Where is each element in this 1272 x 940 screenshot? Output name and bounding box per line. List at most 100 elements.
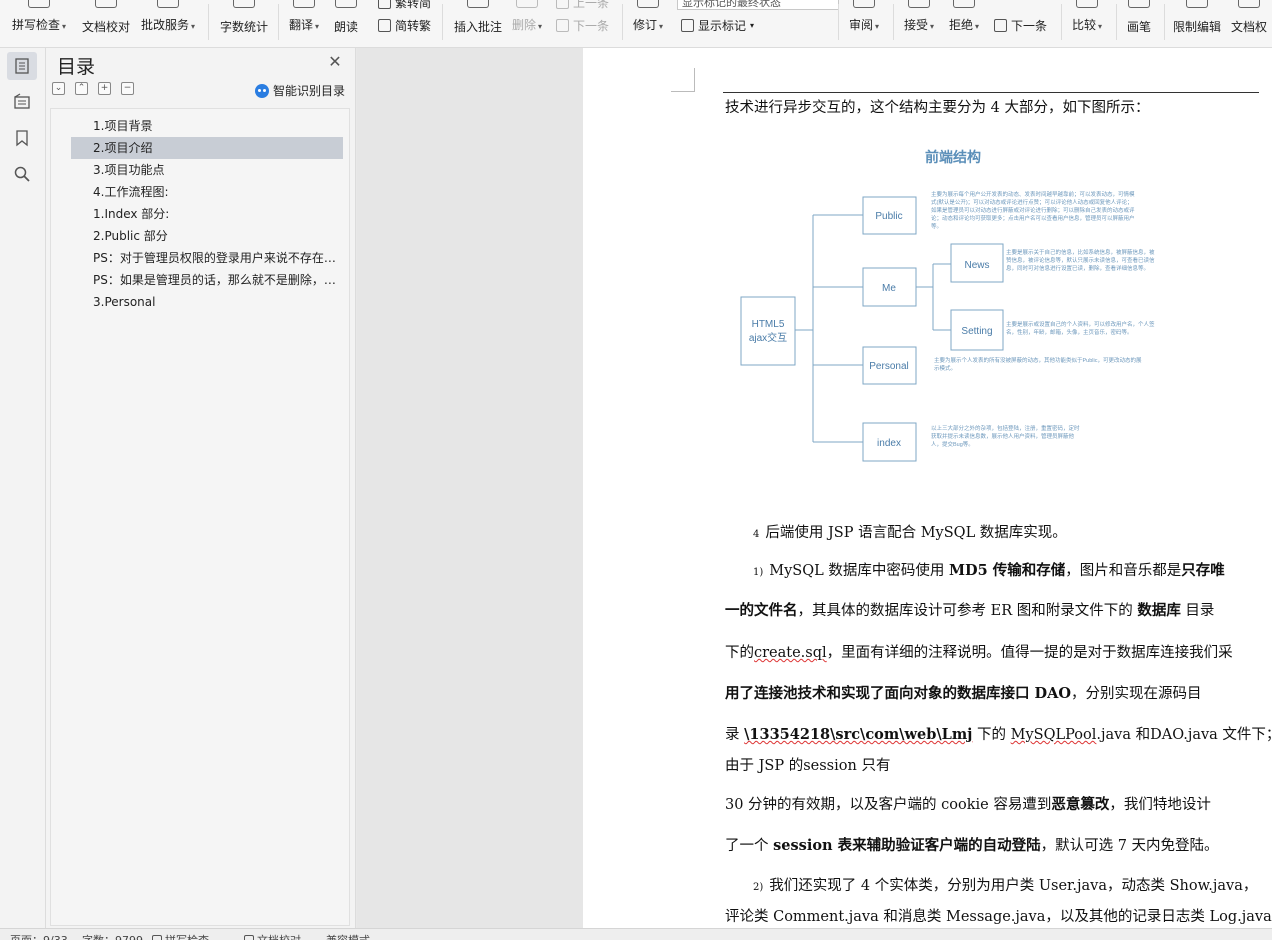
ribbon-divider: [838, 4, 839, 40]
desc-line: 主要是展示关于自己的信息，比如系统信息，被屏蔽信息，被: [1006, 248, 1155, 256]
close-icon[interactable]: ✕: [327, 54, 343, 70]
spell-check-status[interactable]: 拼写检查: [152, 932, 209, 940]
ribbon-divider: [1164, 4, 1165, 40]
toc-toolbar: ⌄ ⌃ + −: [52, 82, 134, 95]
collapse-up-icon[interactable]: ⌃: [75, 82, 88, 95]
paragraph: 录 \13354218\src\com\web\Lmj 下的 MySQLPool…: [725, 726, 1272, 743]
restrict-editing-icon: [1186, 0, 1208, 8]
correction-service-button[interactable]: 批改服务 ▾: [141, 0, 195, 47]
ribbon-toolbar: 拼写检查 ▾ 文档校对 批改服务 ▾ 字数统计 翻译 ▾ 朗读 繁转简 简转繁 插入批…: [0, 0, 1272, 48]
paragraph: 30 分钟的有效期，以及客户端的 cookie 容易遭到恶意篡改，我们特地设计: [725, 796, 1211, 813]
collapse-down-icon[interactable]: ⌄: [52, 82, 65, 95]
node-label: Personal: [869, 361, 908, 372]
desc-line: 人，提交Bug等。: [931, 440, 974, 448]
ai-robot-icon: [255, 83, 269, 98]
search-button[interactable]: [7, 160, 37, 188]
paragraph: 了一个 session 表来辅助验证客户端的自动登陆，默认可选 7 天内免登陆。: [725, 837, 1219, 854]
desc-line: 如果是管理员可以对动态进行屏蔽或对评论进行删除；可以删除自己发表的动态或评: [931, 206, 1135, 214]
desc-line: 等。: [931, 222, 942, 230]
navigation-rail: [0, 48, 46, 928]
toc-title: 目录: [57, 56, 96, 78]
translate-button[interactable]: 翻译 ▾: [289, 0, 319, 47]
paragraph: 用了连接池技术和实现了面向对象的数据库接口 DAO，分别实现在源码目: [725, 685, 1202, 702]
prev-comment-icon: [556, 0, 569, 9]
show-markup-button[interactable]: 显示标记 ▾: [681, 17, 754, 34]
spell-check-icon: [28, 0, 51, 8]
read-aloud-icon: [335, 0, 357, 8]
ribbon-divider: [208, 4, 209, 40]
toc-item[interactable]: 1.项目背景: [71, 115, 343, 137]
bookmark-button[interactable]: [7, 124, 37, 152]
delete-comment-icon: [516, 0, 539, 8]
document-page[interactable]: 技术进行异步交互的，这个结构主要分为 4 大部分，如下图所示： 前端结构 HTM…: [583, 48, 1272, 928]
toc-item[interactable]: 1.Index 部分:: [71, 203, 343, 225]
diagram-connectors: [795, 214, 951, 443]
ribbon-divider: [622, 4, 623, 40]
chapter-icon: [14, 93, 30, 109]
header-rule: [723, 92, 1259, 93]
read-aloud-button[interactable]: 朗读: [334, 0, 358, 47]
desc-line: 名，性别，年龄，邮箱，头像，主页音乐，密码等。: [1006, 328, 1133, 336]
desc-line: 主要为展示个人发表的所有没被屏蔽的动态，其他功能类似于Public，可更改动态的…: [934, 356, 1142, 364]
spell-check-button[interactable]: 拼写检查 ▾: [12, 0, 66, 47]
track-changes-button[interactable]: 修订 ▾: [633, 0, 663, 47]
translate-icon: [293, 0, 316, 8]
spell-check-icon: [152, 935, 162, 940]
collapse-all-icon[interactable]: −: [121, 82, 134, 95]
word-count-button[interactable]: 字数统计: [220, 0, 268, 47]
desc-line: 主要为展示每个用户公开发表的动态、发表时间越早越靠前；可以发表动态，可情模: [931, 190, 1135, 198]
toc-item[interactable]: 4.工作流程图:: [71, 181, 343, 203]
compare-icon: [1076, 0, 1099, 8]
doc-proof-button[interactable]: 文档校对: [82, 0, 130, 47]
proofread-status[interactable]: 文档校对: [244, 932, 301, 940]
node-label: index: [877, 438, 901, 449]
trad-to-simp-button[interactable]: 繁转简: [378, 0, 431, 11]
simp-trad-icon: [378, 19, 391, 32]
node-label: Public: [875, 211, 902, 222]
delete-comment-button[interactable]: 删除 ▾: [512, 0, 542, 47]
chapter-nav-button[interactable]: [7, 88, 37, 116]
trad-simp-icon: [378, 0, 391, 9]
simp-to-trad-button[interactable]: 简转繁: [378, 17, 431, 34]
compare-button[interactable]: 比较 ▾: [1072, 0, 1102, 47]
diagram-svg: 前端结构 HTML5 ajax交互 Public Me Personal ind…: [740, 149, 1155, 462]
toc-item[interactable]: 2.Public 部分: [71, 225, 343, 247]
ribbon-divider: [1061, 4, 1062, 40]
pen-button[interactable]: 画笔: [1127, 0, 1151, 47]
ribbon-divider: [442, 4, 443, 40]
pen-icon: [1128, 0, 1150, 8]
paragraph: 由于 JSP 的session 只有: [725, 758, 891, 774]
correction-icon: [157, 0, 180, 8]
doc-permission-button[interactable]: 文档权: [1231, 0, 1267, 47]
ribbon-divider: [1116, 4, 1117, 40]
prev-comment-button[interactable]: 上一条: [556, 0, 609, 11]
expand-all-icon[interactable]: +: [98, 82, 111, 95]
next-comment-button[interactable]: 下一条: [556, 17, 609, 34]
toc-panel: 目录 ✕ ⌄ ⌃ + − 智能识别目录 1.项目背景 2.项目介绍 3.项目功能…: [46, 48, 356, 928]
toc-panel-button[interactable]: [7, 52, 37, 80]
ribbon-divider: [278, 4, 279, 40]
next-change-button[interactable]: 下一条: [994, 17, 1047, 34]
paragraph: 下的create.sql，里面有详细的注释说明。值得一提的是对于数据库连接我们采: [725, 645, 1233, 661]
toc-item[interactable]: PS：如果是管理员的话，那么就不是删除，而是屏蔽: [71, 269, 343, 291]
toc-item[interactable]: PS：对于管理员权限的登录用户来说不存在屏蔽: [71, 247, 343, 269]
page-indicator[interactable]: 页面：9/33: [10, 932, 68, 940]
proofread-icon: [95, 0, 117, 8]
frontend-structure-diagram: 前端结构 HTML5 ajax交互 Public Me Personal ind…: [733, 140, 1213, 470]
word-count-indicator[interactable]: 字数：9799: [82, 932, 143, 940]
toc-item[interactable]: 3.Personal: [71, 291, 343, 313]
markup-mode-select[interactable]: 显示标记的最终状态: [677, 0, 839, 10]
toc-item-selected[interactable]: 2.项目介绍: [71, 137, 343, 159]
review-button[interactable]: 审阅 ▾: [849, 0, 879, 47]
accept-button[interactable]: 接受 ▾: [904, 0, 934, 47]
word-count-icon: [233, 0, 255, 8]
toc-item[interactable]: 3.项目功能点: [71, 159, 343, 181]
search-icon: [14, 166, 30, 182]
desc-line: 主要是展示或设置自己的个人资料，可以修改用户名，个人签: [1006, 320, 1155, 328]
insert-comment-button[interactable]: 插入批注: [454, 0, 502, 47]
node-label: News: [964, 260, 989, 271]
reject-button[interactable]: 拒绝 ▾: [949, 0, 979, 47]
ai-toc-button[interactable]: 智能识别目录: [255, 82, 345, 99]
restrict-editing-button[interactable]: 限制编辑: [1173, 0, 1221, 47]
reject-icon: [953, 0, 976, 8]
